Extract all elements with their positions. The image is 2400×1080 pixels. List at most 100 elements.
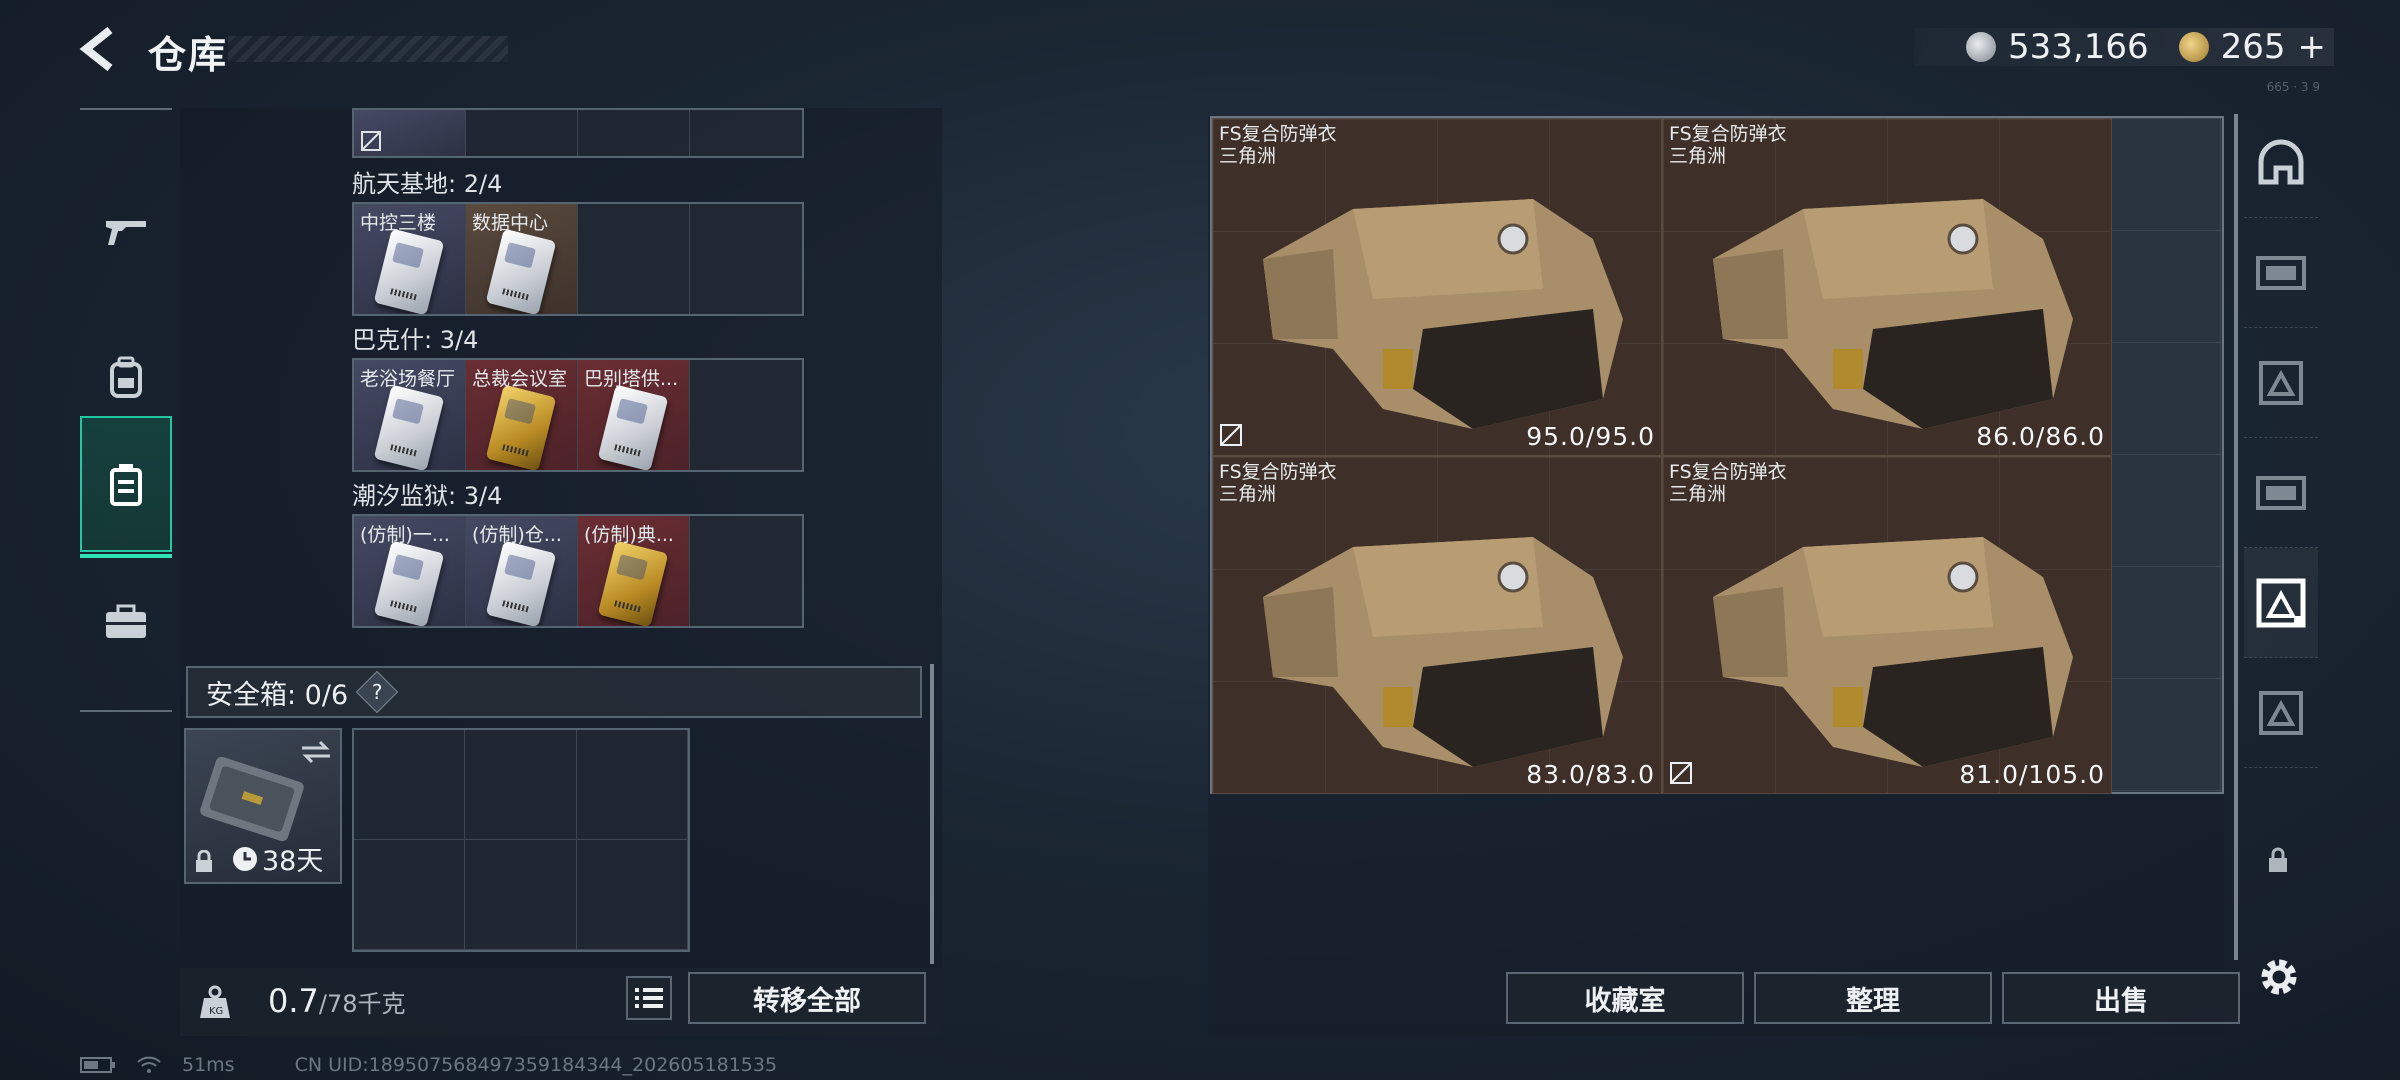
- nav-armor-backpack[interactable]: [2244, 658, 2318, 768]
- no-trade-icon: [1670, 762, 1692, 784]
- currency-secondary-value: 265: [2220, 27, 2286, 67]
- help-button[interactable]: ?: [355, 670, 399, 714]
- keycard-label: (仿制)一...: [360, 524, 450, 546]
- weight-current: 0.7: [268, 982, 319, 1020]
- empty-slot[interactable]: [465, 840, 577, 950]
- armor-name-text: FS复合防弹衣: [1669, 461, 1787, 483]
- list-icon: [635, 988, 663, 1008]
- armor-durability: 95.0/95.0: [1526, 422, 1655, 451]
- body-armor-image: [1713, 199, 2073, 429]
- version-text: 665 · 3 9: [2266, 80, 2320, 94]
- helmet-icon: [2258, 139, 2304, 184]
- armor-item[interactable]: FS复合防弹衣 三角洲 83.0/83.0: [1212, 456, 1662, 794]
- no-trade-icon: [1220, 424, 1242, 446]
- collection-room-button[interactable]: 收藏室: [1506, 972, 1744, 1024]
- back-button[interactable]: [78, 26, 124, 72]
- armor-item[interactable]: FS复合防弹衣 三角洲 81.0/105.0: [1662, 456, 2112, 794]
- keycard-row: 中控三楼 数据中心: [352, 202, 804, 316]
- empty-slot[interactable]: [576, 840, 688, 950]
- title-decoration: [228, 36, 508, 62]
- section-title: 潮汐监狱: 3/4: [352, 482, 503, 510]
- safe-box-item[interactable]: 38天: [184, 728, 342, 884]
- empty-slot[interactable]: [578, 204, 690, 314]
- keycard-label: (仿制)典...: [584, 524, 674, 546]
- nav-weapons[interactable]: [80, 164, 172, 300]
- keycard-image: [485, 384, 557, 470]
- storage-cell[interactable]: [690, 110, 802, 156]
- nav-toolbox[interactable]: [80, 554, 172, 690]
- transfer-all-button[interactable]: 转移全部: [688, 972, 926, 1024]
- body-armor-image: [1263, 199, 1623, 429]
- currency-bar: 533,166 265 +: [1914, 27, 2334, 67]
- armor-name-text: FS复合防弹衣: [1669, 123, 1787, 145]
- keycard-slot[interactable]: 中控三楼: [354, 204, 466, 314]
- gold-coin-icon: [2178, 32, 2209, 62]
- body-armor-image: [1263, 537, 1623, 767]
- no-trade-icon: [361, 131, 381, 151]
- gear-icon: [2261, 959, 2297, 995]
- pack-icon: [2259, 690, 2303, 735]
- keycard-slot[interactable]: (仿制)典...: [578, 516, 690, 626]
- armor-durability: 81.0/105.0: [1959, 760, 2105, 789]
- nav-storage[interactable]: [80, 416, 172, 558]
- chevron-left-icon: [79, 26, 113, 72]
- page-title: 仓库: [148, 33, 229, 77]
- empty-slot[interactable]: [690, 360, 802, 470]
- empty-slot[interactable]: [354, 730, 466, 840]
- empty-slot[interactable]: [690, 516, 802, 626]
- swap-icon[interactable]: [300, 738, 332, 766]
- storage-cell[interactable]: [466, 110, 578, 156]
- svg-text:KG: KG: [209, 1006, 223, 1017]
- keycard-label: 总裁会议室: [472, 368, 568, 390]
- keycard-row: 老浴场餐厅 总裁会议室 巴别塔供...: [352, 358, 804, 472]
- help-icon: ?: [371, 680, 383, 704]
- section-title: 巴克什: 3/4: [352, 326, 479, 354]
- storage-cell[interactable]: [354, 110, 466, 156]
- keycard-slot[interactable]: 总裁会议室: [466, 360, 578, 470]
- keycard-slot[interactable]: 老浴场餐厅: [354, 360, 466, 470]
- nav-armor-chest[interactable]: [2244, 328, 2318, 438]
- armor-origin-text: 三角洲: [1669, 483, 1727, 505]
- safe-box-label: 安全箱: 0/6: [206, 679, 349, 711]
- armor-scrollbar[interactable]: [2234, 114, 2238, 960]
- sell-button[interactable]: 出售: [2002, 972, 2240, 1024]
- armor-origin-text: 三角洲: [1219, 145, 1277, 167]
- uid-text: CN UID:189507568497359184344_20260518153…: [294, 1054, 778, 1076]
- nav-armor-body[interactable]: [2244, 548, 2318, 658]
- empty-slot[interactable]: [354, 840, 466, 950]
- storage-scrollbar[interactable]: [930, 664, 934, 964]
- lock-icon: [196, 850, 212, 872]
- nav-armor-helmet[interactable]: [2244, 108, 2318, 218]
- list-view-button[interactable]: [626, 976, 672, 1020]
- armor-origin-text: 三角洲: [1219, 483, 1277, 505]
- empty-slot[interactable]: [690, 204, 802, 314]
- body-armor-image: [1713, 537, 2073, 767]
- armor-category-nav: [2244, 108, 2318, 768]
- add-currency-button[interactable]: +: [2298, 27, 2327, 67]
- gun-icon: [106, 221, 146, 245]
- keycard-label: (仿制)仓...: [472, 524, 562, 546]
- nav-armor-vest[interactable]: [2244, 218, 2318, 328]
- empty-slot[interactable]: [576, 730, 688, 840]
- nav-armor-rig[interactable]: [2244, 438, 2318, 548]
- keycard-slot[interactable]: 数据中心: [466, 204, 578, 314]
- vest-icon: [2256, 255, 2306, 290]
- keycard-label: 巴别塔供...: [584, 368, 679, 390]
- storage-cell[interactable]: [578, 110, 690, 156]
- ping-value: 51ms: [182, 1054, 235, 1076]
- armor-item[interactable]: FS复合防弹衣 三角洲 86.0/86.0: [1662, 118, 2112, 456]
- settings-button[interactable]: [2256, 954, 2302, 1004]
- keycard-slot[interactable]: (仿制)一...: [354, 516, 466, 626]
- empty-slot[interactable]: [465, 730, 577, 840]
- keycard-slot[interactable]: 巴别塔供...: [578, 360, 690, 470]
- armor-item[interactable]: FS复合防弹衣 三角洲 95.0/95.0: [1212, 118, 1662, 456]
- silver-coin-icon: [1965, 32, 1996, 62]
- keycard-slot[interactable]: (仿制)仓...: [466, 516, 578, 626]
- organize-button[interactable]: 整理: [1754, 972, 1992, 1024]
- safe-box-header: 安全箱: 0/6 ?: [186, 666, 922, 718]
- keycard-image: [373, 384, 445, 470]
- lock-icon: [2269, 847, 2287, 872]
- storage-row-partial: [352, 108, 804, 158]
- backpack-icon: [110, 356, 142, 398]
- currency-primary-value: 533,166: [2007, 27, 2149, 67]
